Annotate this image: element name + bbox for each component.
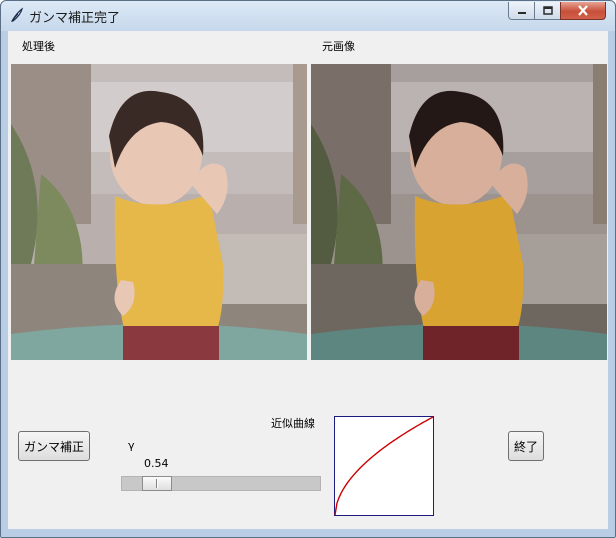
minimize-icon — [517, 11, 526, 14]
maximize-icon — [542, 6, 553, 15]
gamma-symbol-label: γ — [128, 439, 135, 452]
close-icon — [578, 5, 588, 16]
gamma-slider-thumb[interactable] — [142, 476, 172, 491]
exit-button[interactable]: 終了 — [508, 431, 544, 461]
minimize-button[interactable] — [508, 2, 535, 20]
gamma-value: 0.54 — [144, 457, 169, 470]
window-title: ガンマ補正完了 — [29, 11, 121, 26]
gamma-correct-button[interactable]: ガンマ補正 — [18, 431, 90, 461]
original-label: 元画像 — [322, 40, 355, 53]
client-area: 処理後 元画像 ガンマ補正 γ 0.54 近似曲線 終了 — [8, 31, 608, 529]
processed-image — [11, 64, 307, 360]
feather-icon — [10, 7, 23, 22]
title-bar[interactable]: ガンマ補正完了 — [1, 1, 615, 31]
app-window: ガンマ補正完了 処理後 元画像 ガンマ補正 γ 0.54 近似曲線 終了 — [0, 0, 616, 538]
maximize-button[interactable] — [534, 2, 561, 20]
close-button[interactable] — [560, 2, 606, 20]
curve-frame — [334, 416, 434, 516]
gamma-slider[interactable] — [121, 476, 321, 491]
original-image — [311, 64, 607, 360]
curve-label: 近似曲線 — [271, 417, 315, 430]
gamma-curve-plot — [334, 416, 434, 516]
processed-label: 処理後 — [22, 40, 55, 53]
